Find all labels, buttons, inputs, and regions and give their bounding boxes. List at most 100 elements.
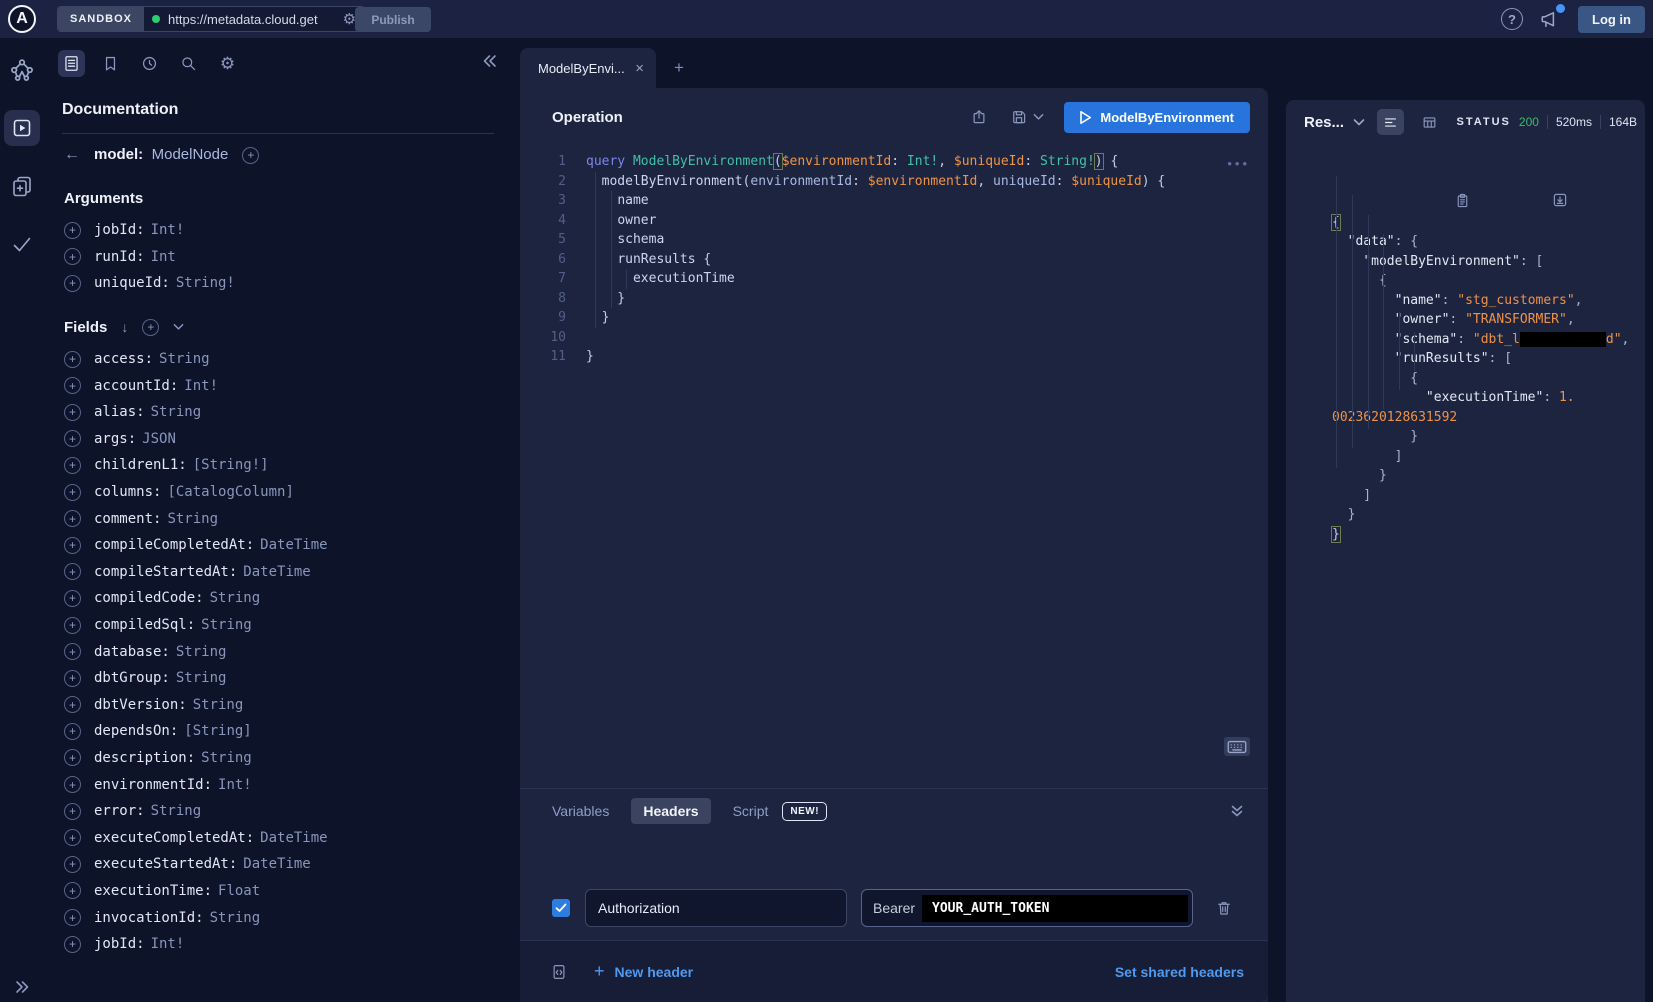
add-field-icon[interactable]: + (64, 696, 81, 713)
run-operation-button[interactable]: ModelByEnvironment (1064, 102, 1250, 133)
publish-button[interactable]: Publish (355, 7, 431, 32)
add-field-icon[interactable]: + (64, 563, 81, 580)
add-field-icon[interactable]: + (64, 723, 81, 740)
share-operation-icon[interactable] (970, 108, 988, 126)
field-row[interactable]: + compiledSql:String (62, 612, 494, 639)
add-field-icon[interactable]: + (64, 404, 81, 421)
add-field-icon[interactable]: + (64, 537, 81, 554)
field-row[interactable]: + dependsOn:[String] (62, 718, 494, 745)
add-field-icon[interactable]: + (64, 457, 81, 474)
add-field-icon[interactable]: + (64, 936, 81, 953)
field-row[interactable]: + accountId:Int! (62, 372, 494, 399)
sort-fields-icon[interactable]: ↓ (121, 319, 128, 335)
add-field-icon[interactable]: + (64, 510, 81, 527)
collapse-panel-icon[interactable] (482, 54, 498, 68)
header-value-input[interactable]: Bearer YOUR_AUTH_TOKEN (861, 889, 1193, 927)
add-field-icon[interactable]: + (64, 882, 81, 899)
preflight-script-icon[interactable] (550, 963, 568, 981)
field-row[interactable]: + dbtVersion:String (62, 692, 494, 719)
add-all-fields-icon[interactable]: + (142, 319, 159, 336)
delete-header-icon[interactable] (1215, 899, 1233, 917)
help-icon[interactable]: ? (1501, 8, 1523, 30)
checks-nav-icon[interactable] (4, 226, 40, 262)
save-operation-icon[interactable] (1010, 108, 1028, 126)
field-row[interactable]: + jobId:Int! (62, 931, 494, 958)
add-field-icon[interactable]: + (64, 377, 81, 394)
editor-menu-icon[interactable]: ••• (1227, 156, 1250, 171)
add-argument-icon[interactable]: + (64, 222, 81, 239)
field-row[interactable]: + args:JSON (62, 426, 494, 453)
add-field-icon[interactable]: + (64, 590, 81, 607)
auth-token-value[interactable]: YOUR_AUTH_TOKEN (922, 895, 1188, 922)
add-argument-icon[interactable]: + (64, 248, 81, 265)
field-row[interactable]: + childrenL1:[String!] (62, 452, 494, 479)
response-dropdown-chevron-icon[interactable] (1353, 118, 1365, 127)
add-field-icon[interactable]: + (64, 856, 81, 873)
endpoint-settings-icon[interactable]: ⚙ (343, 12, 356, 27)
field-row[interactable]: + compileCompletedAt:DateTime (62, 532, 494, 559)
add-field-icon[interactable]: + (64, 430, 81, 447)
settings-gear-icon[interactable]: ⚙ (214, 50, 241, 77)
explorer-nav-icon[interactable] (4, 110, 40, 146)
tab-headers[interactable]: Headers (631, 798, 710, 824)
field-row[interactable]: + columns:[CatalogColumn] (62, 479, 494, 506)
schema-nav-icon[interactable] (4, 52, 40, 88)
add-argument-icon[interactable]: + (64, 275, 81, 292)
expand-rail-icon[interactable] (0, 980, 44, 994)
add-field-icon[interactable]: + (242, 147, 259, 164)
add-field-icon[interactable]: + (64, 829, 81, 846)
keyboard-shortcuts-icon[interactable] (1224, 737, 1250, 756)
add-field-icon[interactable]: + (64, 909, 81, 926)
add-field-icon[interactable]: + (64, 351, 81, 368)
add-field-icon[interactable]: + (64, 749, 81, 766)
fields-options-chevron-icon[interactable] (173, 323, 184, 331)
editor-code[interactable]: query ModelByEnvironment($environmentId:… (566, 152, 1165, 367)
field-row[interactable]: + compileStartedAt:DateTime (62, 559, 494, 586)
header-enabled-checkbox[interactable] (552, 899, 570, 917)
endpoint-input[interactable]: https://metadata.cloud.get ⚙ (144, 7, 364, 31)
new-header-button[interactable]: + New header (594, 961, 693, 982)
field-row[interactable]: + executionTime:Float (62, 878, 494, 905)
back-arrow-icon[interactable]: ← (64, 146, 80, 164)
collections-nav-icon[interactable] (4, 168, 40, 204)
add-field-icon[interactable]: + (64, 617, 81, 634)
announcements-icon[interactable] (1539, 8, 1562, 31)
tab-variables[interactable]: Variables (552, 803, 609, 819)
add-field-icon[interactable]: + (64, 643, 81, 660)
raw-view-toggle-icon[interactable] (1377, 109, 1404, 135)
history-icon[interactable] (136, 50, 163, 77)
apollo-logo[interactable]: A (8, 5, 36, 33)
graphql-editor[interactable]: 1234567891011 query ModelByEnvironment($… (520, 146, 1268, 788)
login-button[interactable]: Log in (1578, 6, 1645, 33)
add-field-icon[interactable]: + (64, 776, 81, 793)
header-name-input[interactable] (585, 889, 847, 927)
field-row[interactable]: + alias:String (62, 399, 494, 426)
argument-row[interactable]: + uniqueId:String! (62, 270, 494, 297)
operation-tab[interactable]: ModelByEnvi... × (520, 48, 656, 88)
argument-row[interactable]: + jobId:Int! (62, 217, 494, 244)
new-tab-icon[interactable]: + (674, 58, 684, 78)
field-row[interactable]: + dbtGroup:String (62, 665, 494, 692)
response-json-viewer[interactable]: { "data": { "modelByEnvironment": [ { "n… (1286, 144, 1645, 700)
save-options-chevron-icon[interactable] (1033, 113, 1044, 121)
close-tab-icon[interactable]: × (635, 60, 644, 77)
add-field-icon[interactable]: + (64, 484, 81, 501)
field-row[interactable]: + access:String (62, 346, 494, 373)
field-row[interactable]: + executeStartedAt:DateTime (62, 851, 494, 878)
breadcrumb-type[interactable]: ModelNode (152, 146, 229, 163)
add-field-icon[interactable]: + (64, 670, 81, 687)
collapse-bottom-panel-icon[interactable] (1230, 804, 1244, 818)
saved-operations-icon[interactable] (97, 50, 124, 77)
table-view-toggle-icon[interactable] (1416, 109, 1443, 135)
add-field-icon[interactable]: + (64, 803, 81, 820)
set-shared-headers-link[interactable]: Set shared headers (1115, 964, 1244, 980)
field-row[interactable]: + database:String (62, 638, 494, 665)
field-row[interactable]: + environmentId:Int! (62, 771, 494, 798)
field-row[interactable]: + compiledCode:String (62, 585, 494, 612)
search-icon[interactable] (175, 50, 202, 77)
response-title[interactable]: Res... (1304, 114, 1344, 131)
field-row[interactable]: + comment:String (62, 505, 494, 532)
argument-row[interactable]: + runId:Int (62, 244, 494, 271)
documentation-tab-icon[interactable] (58, 50, 85, 77)
field-row[interactable]: + description:String (62, 745, 494, 772)
